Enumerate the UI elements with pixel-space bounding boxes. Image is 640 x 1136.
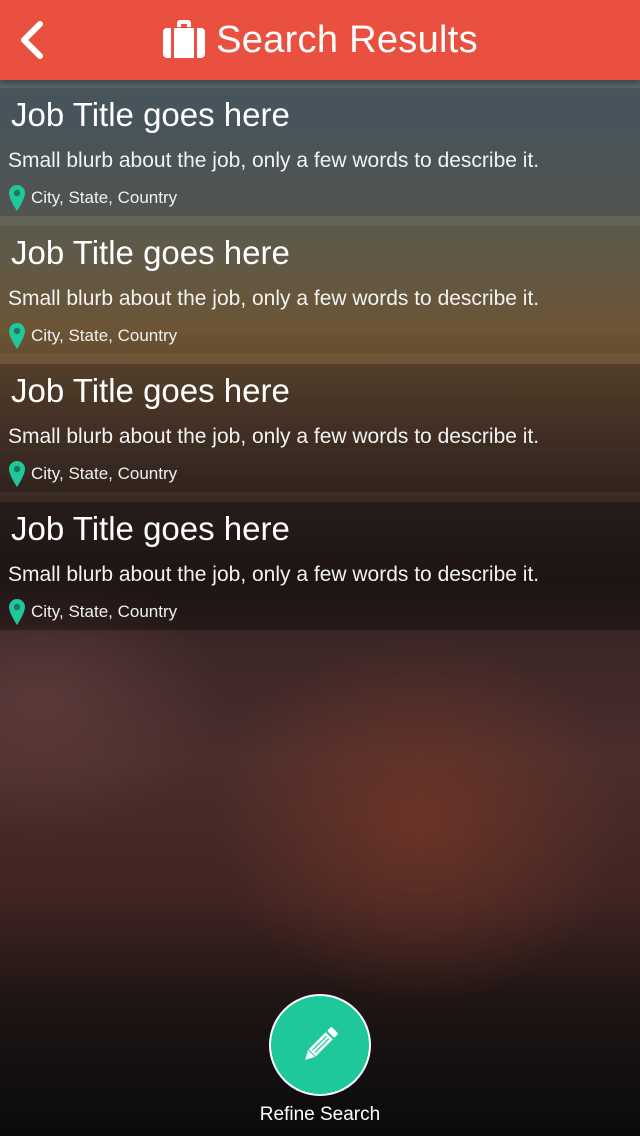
job-list-item[interactable]: Job Title goes here Small blurb about th… (0, 502, 640, 630)
map-pin-icon (9, 461, 25, 487)
job-list-item[interactable]: Job Title goes here Small blurb about th… (0, 88, 640, 216)
location-text: City, State, Country (31, 326, 178, 345)
job-title: Job Title goes here (11, 234, 290, 271)
job-location: City, State, Country (8, 322, 177, 350)
briefcase-icon (163, 20, 206, 58)
job-blurb: Small blurb about the job, only a few wo… (8, 563, 540, 586)
map-pin-icon (9, 599, 25, 625)
map-pin-icon (9, 323, 25, 349)
job-list-item[interactable]: Job Title goes here Small blurb about th… (0, 364, 640, 492)
map-pin-icon (9, 185, 25, 211)
job-title: Job Title goes here (11, 96, 290, 133)
location-text: City, State, Country (31, 602, 178, 621)
job-blurb: Small blurb about the job, only a few wo… (8, 149, 540, 172)
job-blurb: Small blurb about the job, only a few wo… (8, 425, 540, 448)
job-title: Job Title goes here (11, 510, 290, 547)
job-list-item[interactable]: Job Title goes here Small blurb about th… (0, 226, 640, 354)
header-title-group: Search Results (0, 0, 640, 80)
refine-search-label: Refine Search (259, 1104, 381, 1125)
job-title: Job Title goes here (11, 372, 290, 409)
job-results-list: Job Title goes here Small blurb about th… (0, 88, 640, 640)
location-text: City, State, Country (31, 464, 178, 483)
job-location: City, State, Country (8, 184, 177, 212)
job-location: City, State, Country (8, 598, 177, 626)
job-location: City, State, Country (8, 460, 177, 488)
pencil-icon (305, 1027, 338, 1060)
page-title: Search Results (216, 18, 478, 61)
top-bar: Search Results (0, 0, 640, 80)
refine-search-button[interactable] (269, 994, 371, 1096)
location-text: City, State, Country (31, 188, 178, 207)
job-blurb: Small blurb about the job, only a few wo… (8, 287, 540, 310)
